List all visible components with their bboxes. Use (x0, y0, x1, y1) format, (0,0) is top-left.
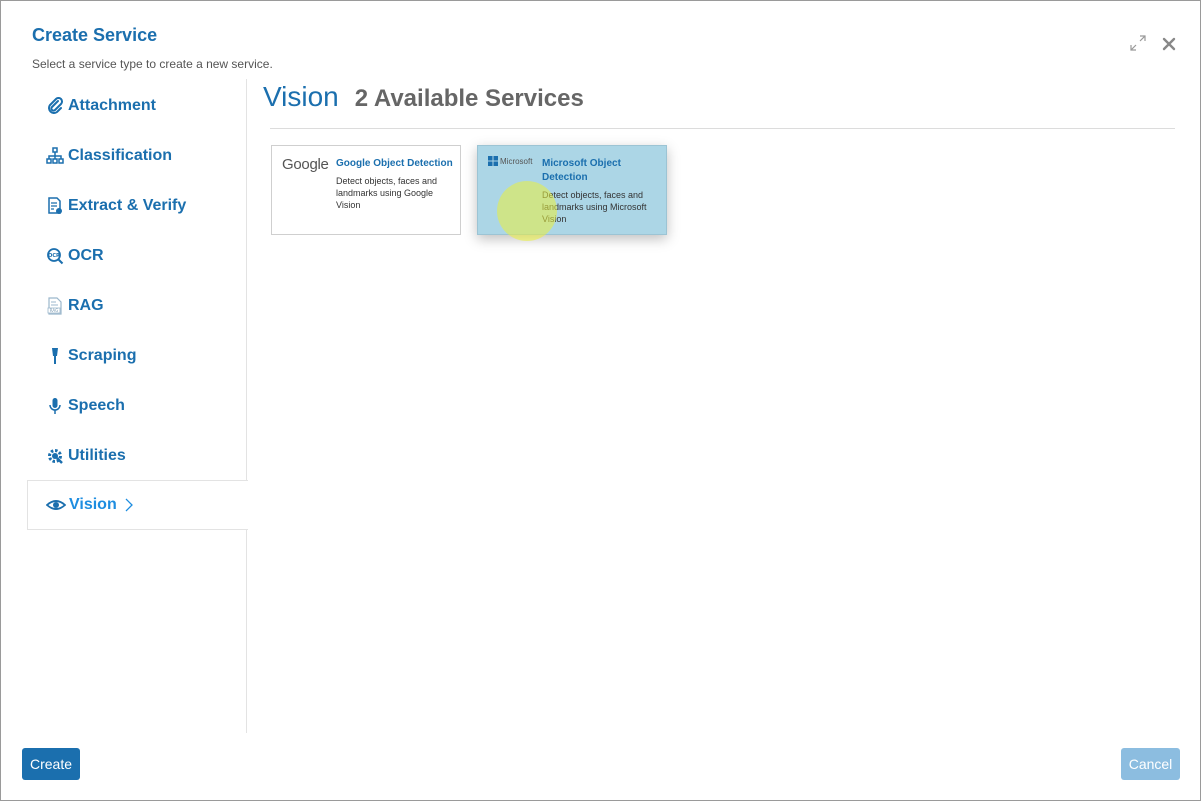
close-icon[interactable] (1161, 36, 1177, 52)
svg-text:OCR: OCR (48, 253, 60, 259)
category-title: Vision (263, 81, 339, 112)
sidebar-item-label: Vision (69, 496, 117, 513)
microphone-icon (45, 396, 65, 416)
sidebar-item-label: Speech (68, 397, 125, 414)
chevron-right-icon (125, 498, 133, 512)
sidebar-item-utilities[interactable]: Utilities (27, 431, 247, 481)
sidebar-item-label: Extract & Verify (68, 197, 187, 214)
expand-icon[interactable] (1129, 34, 1147, 52)
ocr-search-icon: OCR (45, 246, 65, 266)
rag-file-icon: RAG (45, 296, 65, 316)
sidebar-item-speech[interactable]: Speech (27, 381, 247, 431)
windows-icon (488, 156, 498, 166)
sidebar-item-label: RAG (68, 297, 104, 314)
document-check-icon (45, 196, 65, 216)
create-service-dialog: Create Service Select a service type to … (0, 0, 1201, 801)
brush-icon (45, 346, 65, 366)
service-card-microsoft-object-detection[interactable]: Microsoft Microsoft Object Detection Det… (477, 145, 667, 235)
sidebar-item-ocr[interactable]: OCR OCR (27, 231, 247, 281)
sidebar-item-label: Classification (68, 147, 173, 164)
category-heading: Vision 2 Available Services (263, 81, 584, 113)
available-services-count: 2 Available Services (354, 85, 584, 112)
microsoft-logo: Microsoft (488, 156, 532, 166)
create-button[interactable]: Create (22, 748, 80, 780)
hierarchy-icon (45, 146, 65, 166)
sidebar-item-label: Utilities (68, 447, 126, 464)
paperclip-icon (45, 96, 65, 116)
heading-divider (270, 128, 1175, 129)
sidebar-item-vision[interactable]: Vision (27, 480, 248, 530)
card-description: Detect objects, faces and landmarks usin… (542, 190, 647, 224)
svg-text:RAG: RAG (50, 308, 58, 313)
google-logo: Google (282, 156, 329, 173)
service-card-google-object-detection[interactable]: Google Google Object Detection Detect ob… (271, 145, 461, 235)
cancel-button[interactable]: Cancel (1121, 748, 1180, 780)
gear-wrench-icon (45, 446, 65, 466)
card-title: Google Object Detection (336, 158, 453, 169)
sidebar-item-attachment[interactable]: Attachment (27, 81, 247, 131)
sidebar-item-rag[interactable]: RAG RAG (27, 281, 247, 331)
sidebar-item-label: OCR (68, 247, 104, 264)
eye-icon (46, 495, 66, 515)
dialog-subtitle: Select a service type to create a new se… (32, 57, 273, 71)
sidebar-item-classification[interactable]: Classification (27, 131, 247, 181)
sidebar-item-scraping[interactable]: Scraping (27, 331, 247, 381)
sidebar-item-extract-verify[interactable]: Extract & Verify (27, 181, 247, 231)
card-description: Detect objects, faces and landmarks usin… (336, 176, 438, 210)
dialog-title: Create Service (32, 25, 158, 45)
sidebar-item-label: Scraping (68, 347, 137, 364)
service-category-sidebar: Attachment Classification Extract & Veri… (27, 79, 248, 733)
sidebar-item-label: Attachment (68, 97, 157, 114)
card-title: Microsoft Object Detection (542, 158, 621, 183)
microsoft-logo-text: Microsoft (500, 156, 533, 166)
